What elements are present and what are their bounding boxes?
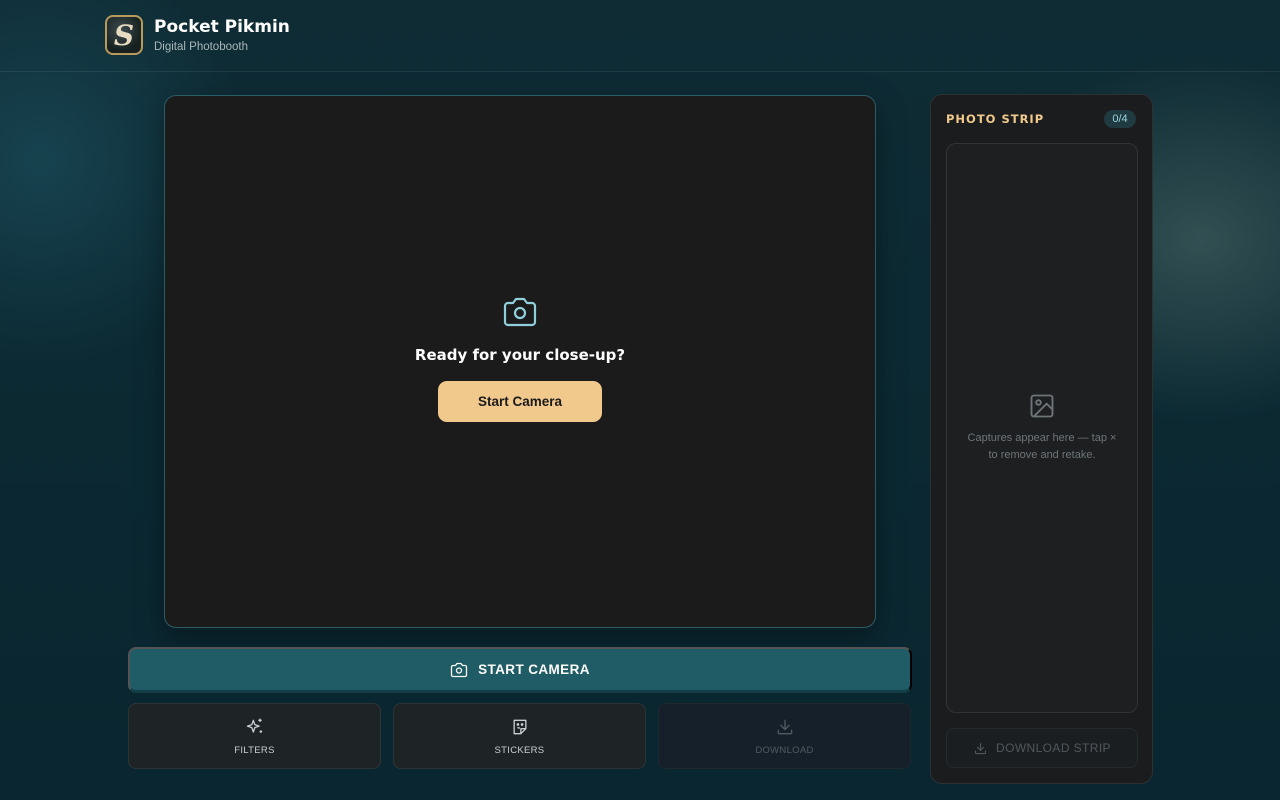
photo-strip-title: PHOTO STRIP [946,112,1045,126]
photo-strip-hint: Captures appear here — tap × to remove a… [967,432,1117,461]
app-header: S Pocket Pikmin Digital Photobooth [0,0,1280,72]
start-camera-inline-button[interactable]: Start Camera [438,381,602,422]
app-logo[interactable]: S [105,15,143,55]
sparkles-icon [246,718,262,733]
download-strip-label: DOWNLOAD STRIP [996,741,1111,755]
ready-prompt: Ready for your close-up? [414,346,626,364]
stickers-button[interactable]: STICKERS [393,703,646,769]
app-subtitle: Digital Photobooth [154,41,248,53]
download-button[interactable]: DOWNLOAD [658,703,911,769]
download-strip-button[interactable]: DOWNLOAD STRIP [946,728,1138,768]
camera-icon [450,662,468,677]
download-icon [974,742,987,754]
camera-icon [503,297,537,327]
image-icon [1030,394,1054,418]
start-camera-button[interactable]: START CAMERA [128,647,912,693]
photo-strip-panel: PHOTO STRIP 0/4 Captures appear here — t… [930,94,1153,784]
filters-button[interactable]: FILTERS [128,703,381,769]
photo-strip-empty-slot: Captures appear here — tap × to remove a… [946,143,1138,713]
photo-count-badge: 0/4 [1104,110,1136,128]
download-label: DOWNLOAD [755,744,814,756]
logo-letter: S [113,18,135,52]
start-camera-label: START CAMERA [478,662,590,677]
download-icon [777,719,792,734]
viewport-placeholder: Ready for your close-up? Start Camera [165,296,875,422]
stickers-label: STICKERS [494,744,545,756]
sticker-icon [513,719,526,734]
camera-viewport: Ready for your close-up? Start Camera [164,95,876,628]
app-title: Pocket Pikmin [154,17,290,37]
filters-label: FILTERS [234,744,275,756]
